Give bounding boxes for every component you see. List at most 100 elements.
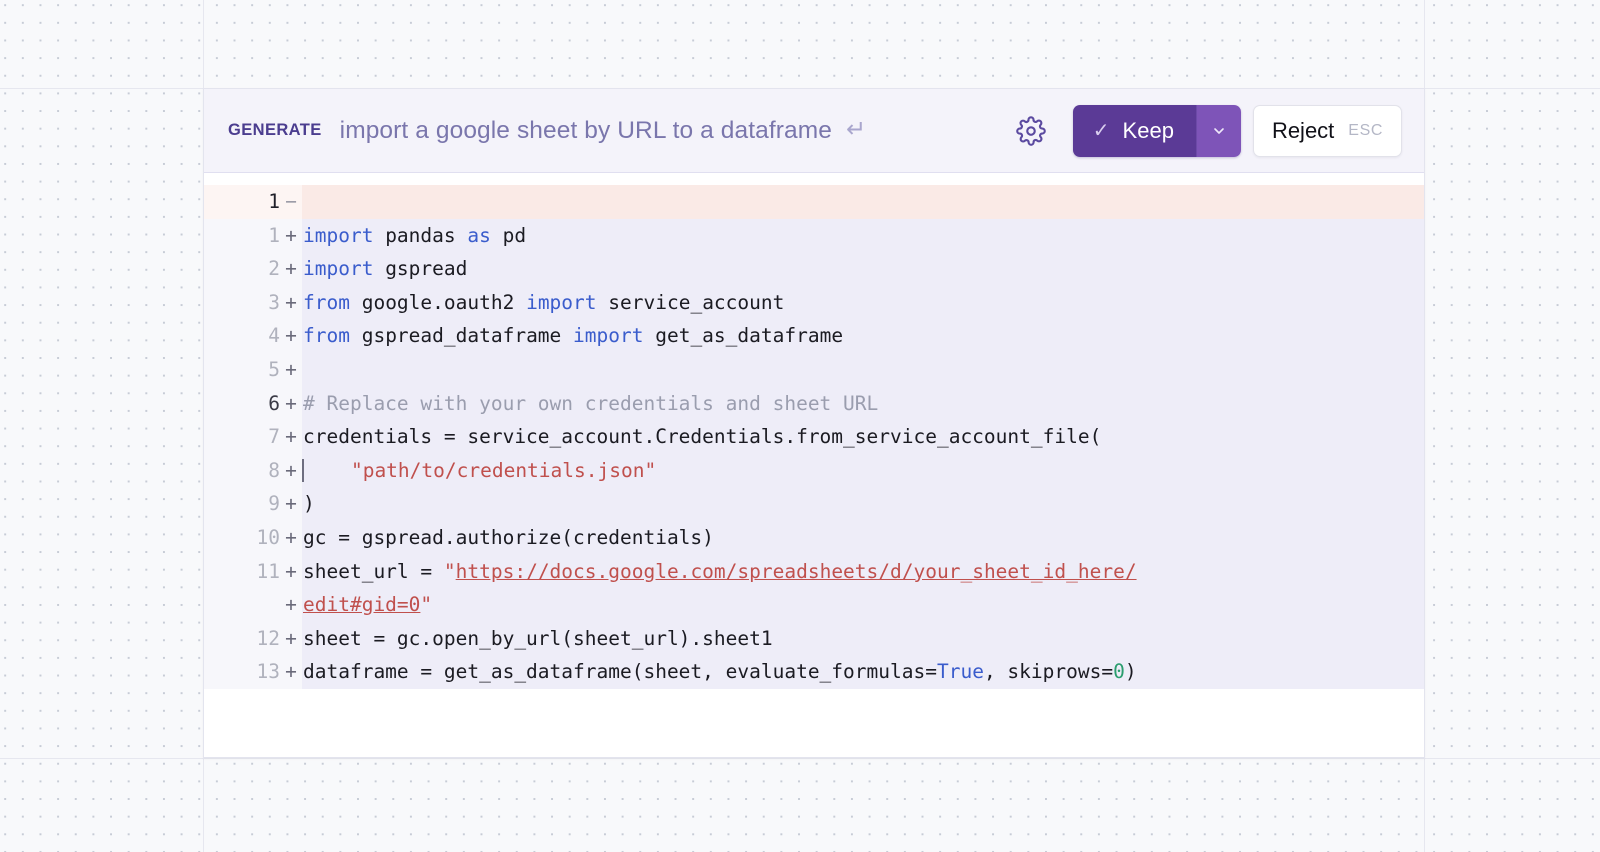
code-token: get_as_dataframe [643,324,844,348]
diff-addition-marker: + [280,319,302,353]
code-token: ) [1124,660,1137,684]
diff-row[interactable]: 8 + "path/to/credentials.json" [204,453,1424,488]
code-token: import [526,290,597,314]
code-token: "path/to/credentials.json" [304,458,657,482]
code-token: dataframe = get_as_dataframe(sheet, eval… [303,660,937,684]
chevron-down-icon [1211,123,1227,139]
code-token: " [443,559,456,583]
diff-addition-marker: + [280,520,302,555]
diff-row[interactable]: 4 + from gspread_dataframe import get_as_d… [204,319,1424,353]
diff-code-line: sheet = gc.open_by_url(sheet_url).sheet1 [302,621,1424,656]
diff-line-number: 6 [204,386,280,421]
code-token: 0 [1113,660,1125,684]
diff-row[interactable]: 7 + credentials = service_account.Credenti… [204,420,1424,454]
code-token: pandas [373,223,468,247]
diff-deletion-marker: − [280,185,302,219]
diff-line-number: 2 [204,252,280,286]
diff-code-line: ) [302,487,1424,521]
diff-row[interactable]: 3 + from google.oauth2 import service_acco… [204,285,1424,320]
keep-button-label: Keep [1122,117,1174,143]
diff-line-number: 10 [204,520,280,555]
generate-toolbar: GENERATE import a google sheet by URL to… [204,89,1424,173]
keep-button[interactable]: ✓ Keep [1072,104,1197,157]
diff-viewer[interactable]: 1−1 + import pandas as pd 2 + import gspread 3… [204,173,1424,757]
code-token: sheet_url = [303,559,444,583]
code-token: gc = gspread.authorize(credentials) [303,525,714,549]
diff-row[interactable]: 12 + sheet = gc.open_by_url(sheet_url).she… [204,621,1424,656]
diff-code-line: # Replace with your own credentials and … [302,386,1424,421]
keep-dropdown-button[interactable] [1196,104,1241,157]
code-token: " [420,593,433,617]
code-token: import [303,223,374,247]
generate-panel: GENERATE import a google sheet by URL to… [203,88,1425,758]
diff-row[interactable]: 1 + import pandas as pd [204,218,1424,253]
diff-addition-marker: + [280,588,302,622]
code-token: ) [303,492,315,516]
code-token: import [303,257,374,281]
diff-line-number [204,588,280,622]
diff-code-line: dataframe = get_as_dataframe(sheet, eval… [302,655,1424,689]
generate-mode-label: GENERATE [228,121,322,139]
settings-button[interactable] [1011,111,1051,151]
code-token: pd [490,223,527,247]
code-token: import [573,324,644,348]
code-token: True [936,660,984,684]
diff-row[interactable]: 9 +) [204,487,1424,521]
diff-addition-marker: + [280,386,302,421]
diff-row[interactable]: 2 + import gspread [204,252,1424,286]
code-token: # Replace with your own credentials and … [303,391,879,415]
diff-row[interactable]: 5 + [204,352,1424,387]
diff-row[interactable]: 11 + sheet_url = "https://docs.google.com/… [204,554,1424,589]
diff-line-number: 11 [204,554,280,589]
keep-split-button: ✓ Keep [1072,104,1241,157]
diff-code-line [302,352,1424,387]
code-token: gspread_dataframe [349,324,574,348]
diff-addition-marker: + [280,252,302,286]
code-token: sheet = gc.open_by_url(sheet_url).sheet1 [303,626,773,650]
code-token: edit#gid=0 [303,593,421,617]
diff-code-line: import gspread [302,252,1424,286]
diff-line-number: 7 [204,420,280,454]
code-token: , skiprows= [983,660,1114,684]
code-token: from [303,324,350,348]
code-token: google.oauth2 [349,290,527,314]
check-icon: ✓ [1092,119,1110,142]
diff-line-number: 4 [204,319,280,353]
diff-addition-marker: + [280,487,302,521]
diff-addition-marker: + [280,655,302,689]
diff-row[interactable]: 13 + dataframe = get_as_dataframe(sheet, e… [204,655,1424,689]
diff-line-number: 13 [204,655,280,689]
code-token: from [303,290,350,314]
diff-row[interactable]: 1− [204,185,1424,219]
diff-code-line: gc = gspread.authorize(credentials) [302,520,1424,555]
canvas-guide-horizontal-bottom [0,758,1600,759]
diff-line-number: 1 [204,218,280,253]
diff-row[interactable]: 10 + gc = gspread.authorize(credentials) [204,520,1424,555]
diff-addition-marker: + [280,621,302,656]
diff-row[interactable]: + edit#gid=0" [204,588,1424,622]
code-token: service_account [596,290,785,314]
enter-return-icon: ↵ [845,115,867,143]
diff-code-line: sheet_url = "https://docs.google.com/spr… [302,554,1424,589]
diff-addition-marker: + [280,218,302,253]
code-token: gspread [373,257,468,281]
diff-addition-marker: + [280,554,302,589]
diff-addition-marker: + [280,352,302,387]
diff-addition-marker: + [280,420,302,454]
diff-row[interactable]: 6 + # Replace with your own credentials an… [204,386,1424,421]
diff-line-number: 5 [204,352,280,387]
diff-code-line: from google.oauth2 import service_accoun… [302,285,1424,320]
reject-button[interactable]: Reject ESC [1252,104,1402,157]
prompt-input[interactable]: import a google sheet by URL to a datafr… [340,117,832,145]
gear-icon [1016,115,1046,146]
reject-shortcut-badge: ESC [1348,121,1383,139]
code-token: https://docs.google.com/spreadsheets/d/y… [455,559,1137,583]
diff-addition-marker: + [280,285,302,320]
diff-code-line: import pandas as pd [302,218,1424,253]
reject-button-label: Reject [1271,117,1335,143]
diff-code-line [302,185,1424,219]
diff-line-number: 8 [204,453,280,488]
diff-addition-marker: + [280,453,302,488]
diff-code-line: edit#gid=0" [302,588,1424,622]
diff-code-line: from gspread_dataframe import get_as_dat… [302,319,1424,353]
